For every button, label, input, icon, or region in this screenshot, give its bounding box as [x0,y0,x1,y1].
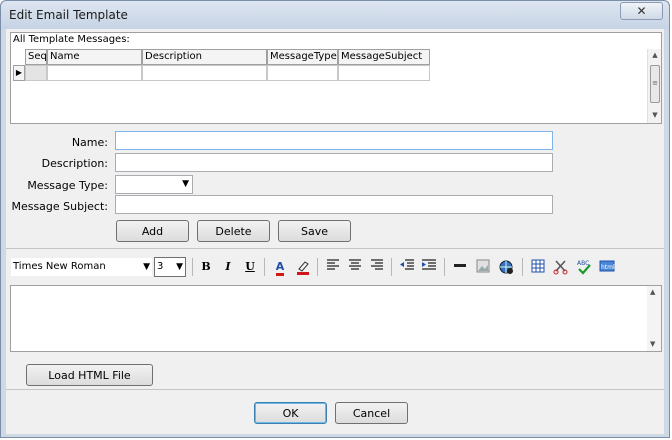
align-right-button[interactable] [368,259,386,275]
spellcheck-icon: ABC [577,260,591,275]
name-label: Name: [71,136,108,149]
toolbar-separator [391,258,392,276]
editor-scroll-up-icon[interactable]: ▲ [650,288,655,296]
font-name-select[interactable]: Times New Roman ▼ [10,257,153,277]
column-header-seq[interactable]: Seq [25,49,47,65]
edit-email-template-window: Edit Email Template ✕ All Template Messa… [0,0,670,438]
italic-button[interactable]: I [219,259,237,275]
message-subject-label: Message Subject: [11,200,108,213]
message-type-select[interactable]: ▼ [115,175,193,194]
delete-button[interactable]: Delete [197,220,270,242]
save-button[interactable]: Save [278,220,351,242]
cut-button[interactable] [552,259,570,275]
scroll-up-icon[interactable]: ▲ [648,49,662,61]
message-subject-field[interactable] [115,195,553,214]
cell-seq[interactable] [25,65,47,81]
toolbar-separator [444,258,445,276]
globe-link-icon [499,260,513,274]
outdent-icon [400,259,414,270]
cancel-button[interactable]: Cancel [335,402,408,424]
align-center-icon [349,259,361,270]
scissors-icon [553,260,568,275]
template-messages-grid[interactable]: All Template Messages: Seq Name Descript… [10,32,662,124]
column-header-messagetype[interactable]: MessageType [267,49,338,65]
outdent-button[interactable] [398,259,416,275]
scroll-thumb[interactable]: ≡ [650,65,660,103]
bold-button[interactable]: B [197,259,215,275]
indent-button[interactable] [420,259,438,275]
font-size-dropdown-icon: ▼ [176,262,183,272]
dropdown-arrow-icon: ▼ [182,179,189,189]
highlight-color-button[interactable] [294,259,312,275]
title-bar[interactable]: Edit Email Template ✕ [1,1,669,29]
font-color-button[interactable]: A [271,259,289,276]
toolbar-separator [317,258,318,276]
column-header-description[interactable]: Description [142,49,267,65]
close-button[interactable]: ✕ [620,2,663,20]
toolbar-separator [522,258,523,276]
load-html-file-button[interactable]: Load HTML File [26,364,153,386]
image-icon [476,259,490,273]
cell-description[interactable] [142,65,267,81]
insert-image-button[interactable] [474,259,492,275]
align-left-button[interactable] [324,259,342,275]
align-right-icon [371,259,383,270]
divider [6,248,664,249]
column-header-messagesubject[interactable]: MessageSubject [338,49,430,65]
font-size-value: 3 [157,261,164,272]
toolbar-separator [264,258,265,276]
row-indicator-icon[interactable]: ▶ [13,65,25,81]
horizontal-rule-button[interactable] [451,259,469,275]
editor-toolbar: Times New Roman ▼ 3 ▼ B I U A ABC html [6,255,664,279]
align-left-icon [327,259,339,270]
toolbar-separator [192,258,193,276]
table-icon [531,259,545,273]
align-center-button[interactable] [346,259,364,275]
description-field[interactable] [115,153,553,172]
editor-vertical-scrollbar[interactable]: ▲ ▼ [647,286,661,351]
insert-table-button[interactable] [529,259,547,275]
grid-vertical-scrollbar[interactable]: ▲ ≡ ▼ [647,49,661,123]
message-type-label: Message Type: [27,179,108,192]
font-name-value: Times New Roman [13,261,106,272]
svg-text:html: html [601,264,615,271]
add-button[interactable]: Add [116,220,189,242]
html-source-icon: html [599,260,615,272]
spell-check-button[interactable]: ABC [575,259,593,275]
font-color-icon: A [275,260,285,276]
close-icon: ✕ [636,4,647,18]
cell-name[interactable] [47,65,142,81]
cell-messagesubject[interactable] [338,65,430,81]
font-size-select[interactable]: 3 ▼ [154,257,186,277]
editor-scroll-down-icon[interactable]: ▼ [650,340,655,348]
grid-caption: All Template Messages: [13,34,130,45]
html-source-button[interactable]: html [598,259,616,275]
window-title: Edit Email Template [9,8,128,22]
svg-text:ABC: ABC [577,260,589,267]
highlighter-icon [297,261,309,275]
underline-button[interactable]: U [241,259,259,275]
scroll-down-icon[interactable]: ▼ [648,109,662,121]
cell-messagetype[interactable] [267,65,338,81]
dialog-footer: OK Cancel [6,389,664,435]
dialog-client-area: All Template Messages: Seq Name Descript… [6,29,664,434]
ok-button[interactable]: OK [254,402,327,424]
indent-icon [422,259,436,270]
description-label: Description: [41,157,108,170]
column-header-name[interactable]: Name [47,49,142,65]
font-name-dropdown-icon: ▼ [143,262,150,272]
horizontal-rule-icon [454,264,466,267]
insert-link-button[interactable] [497,259,515,275]
name-field[interactable] [115,131,553,150]
html-editor-area[interactable]: ▲ ▼ [10,285,662,352]
